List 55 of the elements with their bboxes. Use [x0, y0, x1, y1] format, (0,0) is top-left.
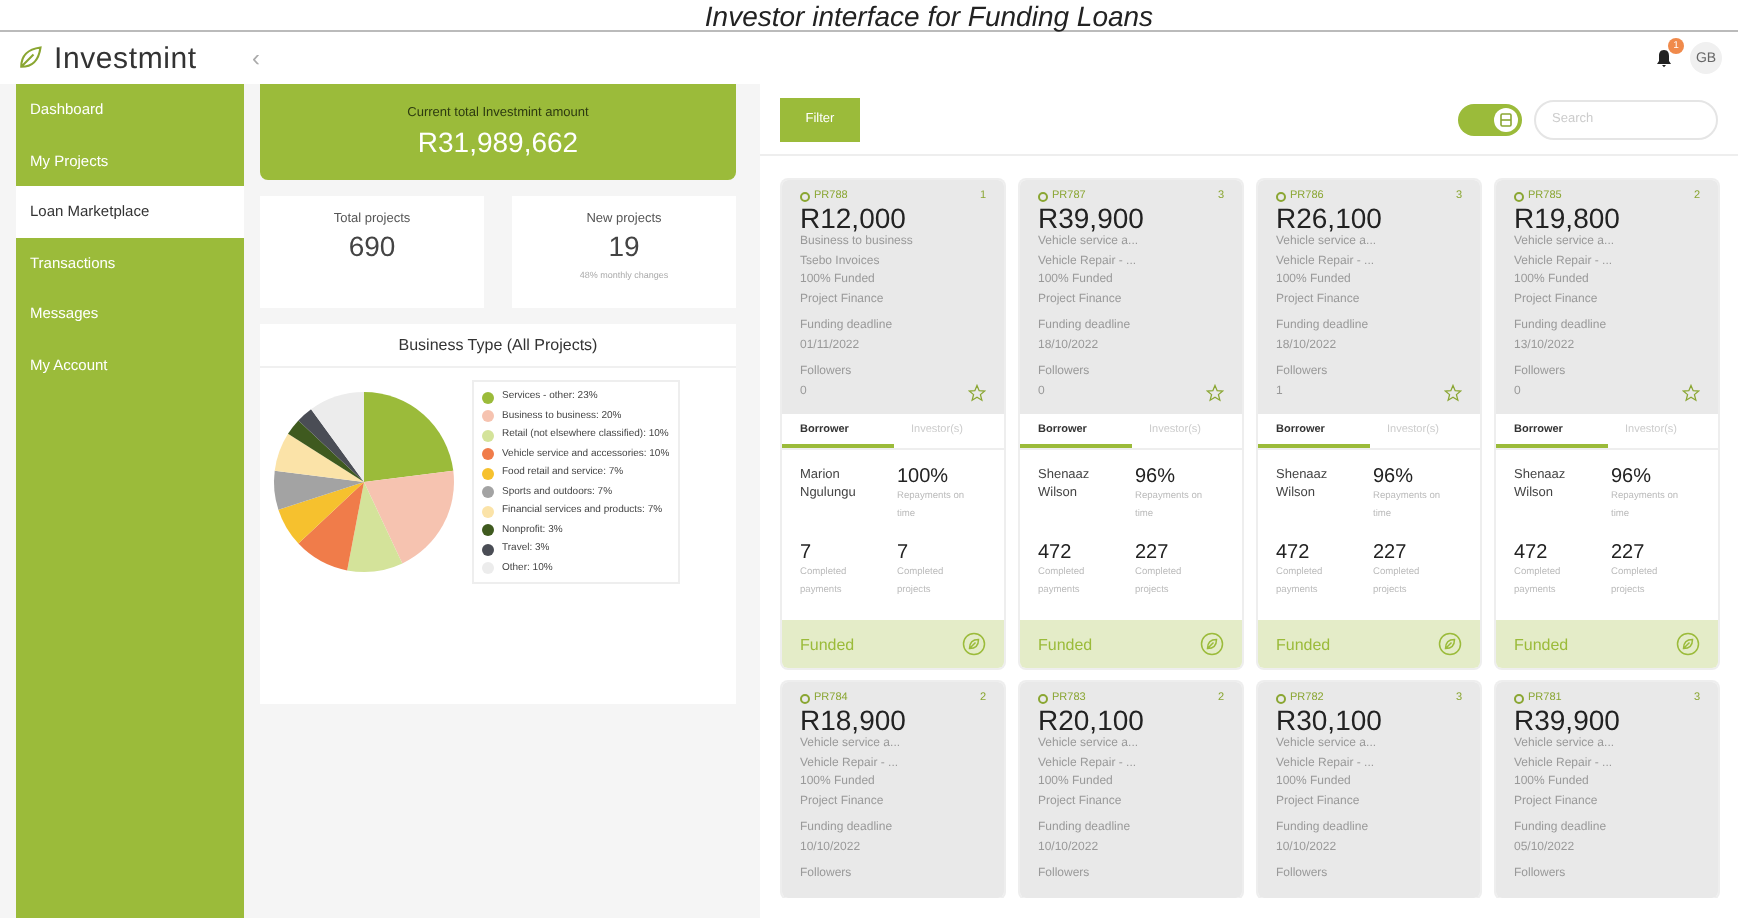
leaf-icon — [962, 632, 986, 656]
circle-icon — [1514, 191, 1524, 201]
stat-value: 19 — [608, 230, 640, 262]
status-text: Funded — [1038, 635, 1093, 653]
metric-value: 227 — [1135, 541, 1171, 563]
project-card[interactable] — [782, 180, 1004, 668]
circle-icon — [1038, 191, 1048, 201]
metric-value: 96% — [1135, 466, 1178, 488]
metric-value: 100% — [897, 466, 951, 488]
metric-value: 96% — [1611, 466, 1654, 488]
view-toggle[interactable] — [1458, 103, 1522, 135]
page-caption: Investor interface for Funding Loans — [702, 2, 1154, 30]
project-amount: R20,100 — [1038, 704, 1146, 736]
metric-value: 472 — [1276, 541, 1312, 563]
status-text: Funded — [1276, 635, 1331, 653]
circle-icon — [800, 693, 810, 703]
metric-value: 7 — [800, 541, 814, 563]
stat-value: 690 — [348, 230, 396, 262]
status-text: Funded — [1514, 635, 1569, 653]
star-icon[interactable] — [1444, 384, 1462, 402]
metric-value: 7 — [897, 541, 911, 563]
leaf-logo-icon — [16, 44, 44, 72]
chart-title: Business Type (All Projects) — [260, 324, 736, 368]
metric-value: 472 — [1514, 541, 1550, 563]
circle-icon — [800, 191, 810, 201]
metric-value: 96% — [1373, 466, 1416, 488]
collapse-button[interactable]: ‹ — [244, 44, 268, 72]
layout-icon — [1498, 111, 1514, 127]
leaf-icon — [1200, 632, 1224, 656]
logo-text: Investmint — [54, 41, 197, 75]
circle-icon — [1514, 693, 1524, 703]
star-icon[interactable] — [1206, 384, 1224, 402]
total-amount: R31,989,662 — [417, 126, 579, 158]
metric-value: 472 — [1038, 541, 1074, 563]
metric-value: 227 — [1373, 541, 1409, 563]
project-card[interactable] — [1496, 180, 1718, 668]
leaf-icon — [1676, 632, 1700, 656]
project-card[interactable] — [1258, 180, 1480, 668]
leaf-icon — [1438, 632, 1462, 656]
status-text: Funded — [800, 635, 855, 653]
metric-value: 227 — [1611, 541, 1647, 563]
star-icon[interactable] — [1682, 384, 1700, 402]
project-amount: R39,900 — [1514, 704, 1622, 736]
project-amount: R19,800 — [1514, 202, 1622, 234]
project-amount: R39,900 — [1038, 202, 1146, 234]
circle-icon — [1038, 693, 1048, 703]
project-card[interactable] — [1020, 180, 1242, 668]
project-amount: R18,900 — [800, 704, 908, 736]
project-amount: R30,100 — [1276, 704, 1384, 736]
circle-icon — [1276, 693, 1286, 703]
star-icon[interactable] — [968, 384, 986, 402]
project-amount: R12,000 — [800, 202, 908, 234]
bell-icon[interactable] — [1654, 48, 1674, 68]
project-amount: R26,100 — [1276, 202, 1384, 234]
circle-icon — [1276, 191, 1286, 201]
